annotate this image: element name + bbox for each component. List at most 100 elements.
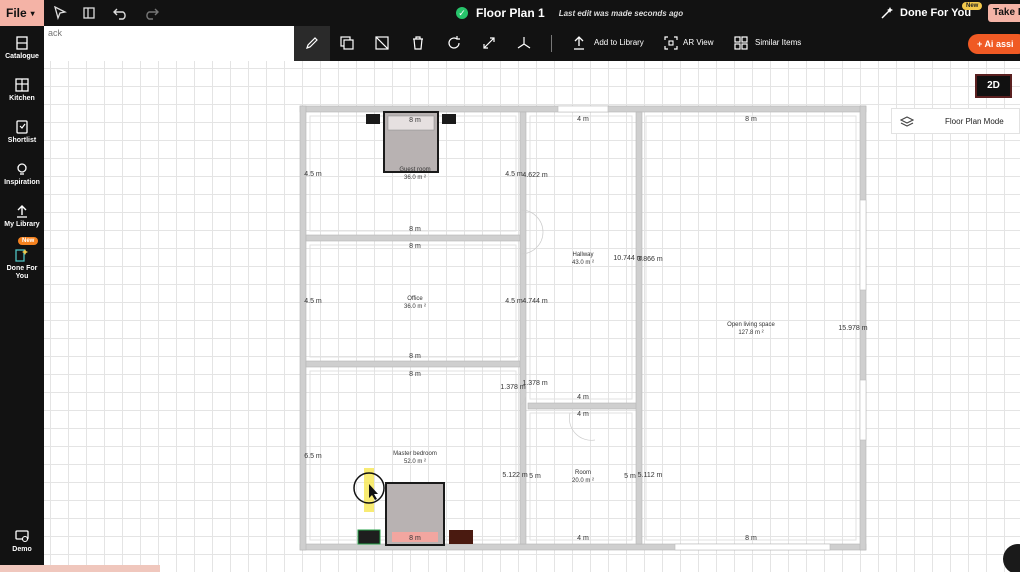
sidebar-item-my-library[interactable]: My Library: [0, 204, 44, 229]
dim-label: 6.5 m: [304, 453, 322, 460]
floor-plan-mode-label: Floor Plan Mode: [945, 117, 1004, 126]
sidebar-label-my-library: My Library: [4, 221, 40, 228]
pencil-icon[interactable]: [304, 35, 320, 51]
ar-view-icon[interactable]: [663, 35, 679, 51]
sidebar-item-catalogue[interactable]: Catalogue: [0, 36, 44, 61]
room-area: 52.0 m ²: [403, 459, 426, 465]
sidebar-item-kitchen[interactable]: Kitchen: [0, 78, 44, 103]
rotate-icon[interactable]: [446, 35, 462, 51]
view-2d-button[interactable]: 2D: [975, 74, 1012, 98]
dim-label: 5.122 m: [502, 472, 528, 479]
magic-wand-icon: [881, 7, 893, 19]
sidebar: Catalogue Kitchen Shortlist Inspiration …: [0, 26, 44, 572]
trash-icon[interactable]: [410, 35, 426, 51]
dim-label: 8 m: [745, 116, 757, 123]
dim-label: 5 m: [529, 473, 541, 480]
take-photo-button[interactable]: Take P: [988, 4, 1020, 22]
room-name: Hallway: [572, 252, 594, 258]
dim-label: 15.978 m: [838, 325, 868, 332]
similar-items-icon[interactable]: [733, 35, 749, 51]
lightbulb-icon: [17, 163, 27, 175]
upload-icon: [17, 205, 27, 218]
room-hallway[interactable]: Hallway 43.0 m ²: [572, 251, 594, 267]
dim-label: 5.112 m: [637, 472, 663, 479]
chevron-down-icon: ▾: [30, 8, 35, 18]
dim-label: 8 m: [409, 117, 421, 124]
select-cursor-icon[interactable]: [51, 4, 69, 22]
room-name: Open living space: [727, 322, 775, 328]
dim-label: 4.622 m: [522, 172, 548, 179]
dim-label: 4.5 m: [505, 171, 523, 178]
toolbar-separator: [551, 35, 552, 52]
shortlist-icon: [16, 120, 28, 134]
ar-view-button[interactable]: AR View: [683, 38, 714, 47]
axis-icon[interactable]: [516, 35, 532, 51]
sidebar-item-demo[interactable]: Demo: [0, 529, 44, 554]
room-name: Room: [574, 470, 592, 476]
floor-plan-canvas[interactable]: [44, 61, 1020, 572]
catalogue-icon: [16, 36, 28, 50]
add-to-library-button[interactable]: Add to Library: [594, 38, 644, 47]
hide-icon[interactable]: [374, 35, 390, 51]
bottom-strip: [0, 565, 160, 572]
resize-icon[interactable]: [481, 35, 497, 51]
new-badge: New: [962, 2, 983, 10]
sidebar-new-badge: New: [18, 237, 39, 245]
document-title-area: ✓ Floor Plan 1 Last edit was made second…: [456, 0, 683, 26]
room-master-bedroom[interactable]: Master bedroom 52.0 m ²: [393, 450, 437, 466]
saved-check-icon: ✓: [456, 7, 468, 19]
room-area: 20.0 m ²: [571, 478, 595, 484]
similar-items-button[interactable]: Similar Items: [755, 38, 801, 47]
done-for-you-icon: [15, 249, 28, 262]
redo-icon[interactable]: [142, 4, 160, 22]
dim-label: 8 m: [409, 226, 421, 233]
dim-label: 8 m: [409, 535, 421, 542]
dim-label: 4 m: [577, 535, 589, 542]
file-menu-button[interactable]: File ▾: [0, 0, 44, 26]
room-area: 36.0 m ²: [403, 304, 427, 310]
document-title[interactable]: Floor Plan 1: [476, 6, 545, 20]
room-name: Office: [407, 296, 423, 302]
upload-icon[interactable]: [571, 35, 587, 51]
room-area: 127.8 m ²: [738, 330, 764, 336]
room-guest[interactable]: Guest room 36.0 m ²: [399, 166, 430, 182]
file-label: File: [6, 6, 27, 20]
dim-label: 8 m: [745, 535, 757, 542]
sidebar-label-demo: Demo: [12, 546, 32, 553]
demo-icon: [15, 530, 29, 543]
panel-toggle-icon[interactable]: [80, 4, 98, 22]
top-bar: File ▾ ✓ Floor Plan 1 Last edit was made…: [0, 0, 1020, 26]
room-open-living-space[interactable]: Open living space 127.8 m ²: [727, 321, 775, 337]
sidebar-label-done-for-you: Done For You: [6, 265, 38, 280]
app-window: File ▾ ✓ Floor Plan 1 Last edit was made…: [0, 0, 1020, 572]
room-room[interactable]: Room 20.0 m ²: [572, 469, 594, 485]
room-office[interactable]: Office 36.0 m ²: [404, 295, 426, 311]
room-area: 36.0 m ²: [403, 175, 427, 181]
edit-toolbar: Add to Library AR View Similar Items + A…: [294, 26, 1020, 61]
sidebar-label-shortlist: Shortlist: [7, 137, 37, 144]
sidebar-item-inspiration[interactable]: Inspiration: [0, 162, 44, 187]
done-for-you-button[interactable]: Done For You: [880, 0, 971, 26]
room-area: 43.0 m ²: [571, 260, 595, 266]
dim-label: 4 m: [577, 411, 589, 418]
undo-icon[interactable]: [112, 4, 130, 22]
dim-label: 4 m: [577, 116, 589, 123]
background-text: ack: [48, 28, 63, 38]
dim-label: 4.5 m: [304, 298, 322, 305]
sidebar-label-catalogue: Catalogue: [5, 53, 39, 60]
dim-label: 4 m: [577, 394, 589, 401]
room-name: Guest room: [399, 167, 431, 173]
dim-label: 8 m: [409, 371, 421, 378]
sidebar-item-done-for-you[interactable]: Done For You: [0, 248, 44, 281]
ai-assistant-label: Ai assi: [984, 39, 1014, 49]
room-name: Master bedroom: [393, 451, 437, 457]
sidebar-item-shortlist[interactable]: Shortlist: [0, 120, 44, 145]
duplicate-icon[interactable]: [339, 35, 355, 51]
ai-assistant-button[interactable]: + Ai assi: [968, 34, 1020, 54]
done-for-you-label: Done For You: [900, 7, 972, 19]
sidebar-label-kitchen: Kitchen: [9, 95, 35, 102]
dim-label: 8 m: [409, 243, 421, 250]
kitchen-icon: [15, 78, 29, 92]
floor-plan-mode-button[interactable]: Floor Plan Mode: [891, 108, 1020, 134]
dim-label: 8 m: [409, 353, 421, 360]
